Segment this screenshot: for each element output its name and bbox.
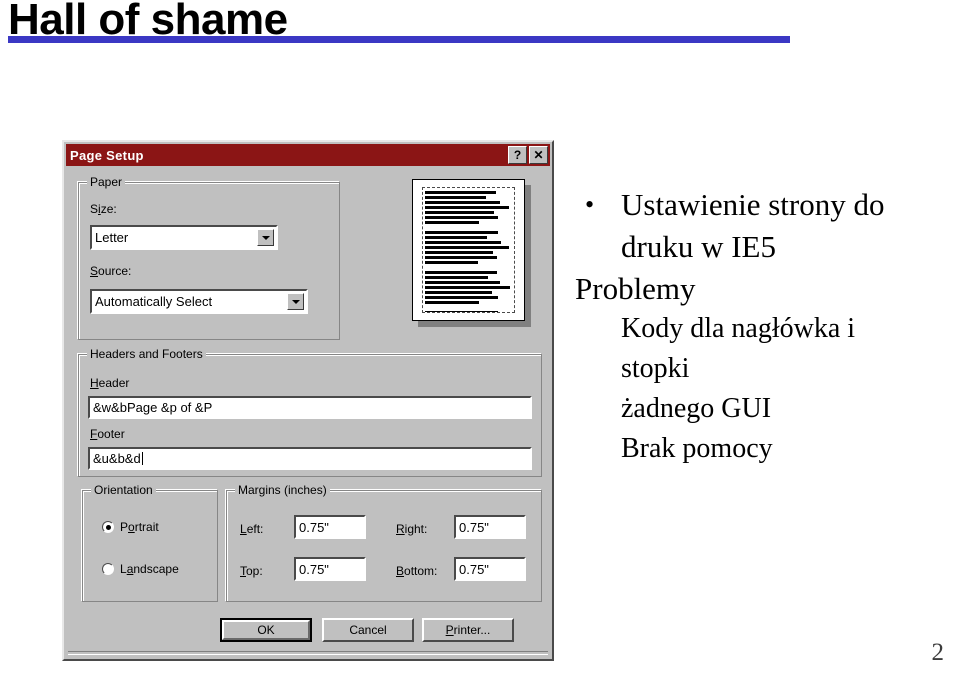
bullet-line-3: Problemy [575, 269, 960, 309]
radio-off-icon [102, 563, 114, 575]
bullet-icon: • [585, 190, 595, 219]
bullet-line-1: • Ustawienie strony do [575, 185, 960, 225]
page-preview-thumbnail [412, 179, 525, 321]
bullet-line-5-text: stopki [621, 353, 690, 384]
ok-button-label: OK [257, 623, 275, 637]
slide-body-text: • Ustawienie strony do druku w IE5 Probl… [575, 185, 960, 469]
bullet-line-6: żadnego GUI [575, 389, 960, 429]
paper-size-label: Size: [90, 202, 117, 216]
bullet-line-7-text: Brak pomocy [621, 433, 773, 464]
orientation-portrait-label: Portrait [120, 520, 159, 534]
bullet-line-3-text: Problemy [575, 271, 696, 306]
paper-group-label: Paper [87, 175, 126, 189]
headers-footers-group-label: Headers and Footers [87, 347, 206, 361]
cancel-button-label: Cancel [349, 623, 387, 637]
orientation-groupbox: Orientation [82, 483, 218, 602]
bullet-line-4-text: Kody dla nagłówka i [621, 313, 856, 344]
margin-top-label: Top: [240, 564, 263, 578]
paper-source-value: Automatically Select [95, 294, 213, 309]
radio-on-icon [102, 521, 114, 533]
ok-button[interactable]: OK [220, 618, 312, 642]
footer-label: Footer [90, 427, 125, 441]
paper-source-combobox[interactable]: Automatically Select [90, 289, 308, 314]
paper-groupbox: Paper [78, 175, 340, 340]
margin-right-label: Right: [396, 522, 428, 536]
bullet-line-1-text: Ustawienie strony do [621, 187, 885, 222]
margin-left-label: Left: [240, 522, 264, 536]
margin-top-input[interactable]: 0.75" [294, 557, 366, 581]
margins-groupbox: Margins (inches) [226, 483, 542, 602]
margin-bottom-label: Bottom: [396, 564, 438, 578]
paper-size-combobox[interactable]: Letter [90, 225, 278, 250]
page-setup-dialog: Page Setup ? ✕ Paper Size: Letter Source… [62, 140, 554, 661]
margin-right-value: 0.75" [459, 519, 489, 535]
bullet-line-2-text: druku w IE5 [621, 229, 776, 264]
help-icon[interactable]: ? [508, 146, 527, 164]
cancel-button[interactable]: Cancel [322, 618, 414, 642]
margin-top-value: 0.75" [299, 561, 329, 577]
margin-left-value: 0.75" [299, 519, 329, 535]
close-icon[interactable]: ✕ [529, 146, 548, 164]
printer-button[interactable]: Printer... [422, 618, 514, 642]
bullet-line-6-text: żadnego GUI [621, 393, 772, 424]
margin-bottom-value: 0.75" [459, 561, 489, 577]
printer-button-label: Printer... [445, 623, 491, 637]
orientation-radio-landscape[interactable]: Landscape [102, 562, 179, 576]
header-label: Header [90, 376, 130, 390]
header-input-value: &w&bPage &p of &P [93, 400, 213, 415]
bullet-line-5: stopki [575, 349, 960, 389]
footer-input[interactable]: &u&b&d [88, 447, 532, 470]
paper-source-label: Source: [90, 264, 132, 278]
chevron-down-icon[interactable] [287, 293, 304, 310]
dialog-titlebar: Page Setup ? ✕ [66, 144, 550, 166]
margin-bottom-input[interactable]: 0.75" [454, 557, 526, 581]
footer-input-value: &u&b&d [93, 451, 141, 466]
title-underline-rule [8, 36, 790, 43]
preview-margin-guides [422, 187, 515, 313]
bullet-line-2: druku w IE5 [575, 227, 960, 267]
orientation-landscape-label: Landscape [120, 562, 179, 576]
chevron-down-icon[interactable] [257, 229, 274, 246]
margin-right-input[interactable]: 0.75" [454, 515, 526, 539]
dialog-bottom-divider [68, 651, 548, 655]
bullet-line-4: Kody dla nagłówka i [575, 309, 960, 349]
paper-size-value: Letter [95, 230, 129, 245]
margin-left-input[interactable]: 0.75" [294, 515, 366, 539]
text-caret [141, 452, 143, 465]
dialog-title: Page Setup [70, 147, 144, 163]
bullet-line-7: Brak pomocy [575, 429, 960, 469]
margins-group-label: Margins (inches) [235, 483, 330, 497]
orientation-group-label: Orientation [91, 483, 156, 497]
orientation-radio-portrait[interactable]: Portrait [102, 520, 159, 534]
header-input[interactable]: &w&bPage &p of &P [88, 396, 532, 419]
slide-page-number: 2 [931, 639, 945, 666]
